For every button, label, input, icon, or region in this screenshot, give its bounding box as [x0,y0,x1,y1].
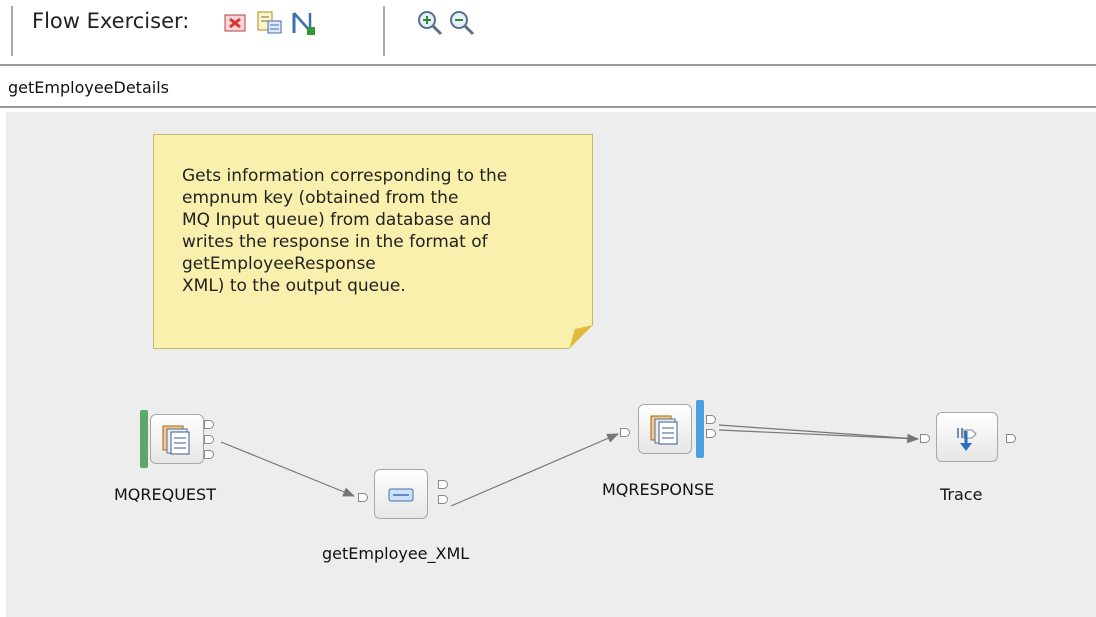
flow-exerciser-label: Flow Exerciser: [32,9,190,33]
in-terminal[interactable] [920,434,930,443]
out-terminal[interactable] [438,495,448,504]
send-message-icon [292,12,315,35]
mq-input-node-box [150,414,204,464]
output-status-bar [696,400,704,458]
trace-node-label: Trace [940,485,983,504]
mq-input-node[interactable] [140,408,230,474]
zoom-in-icon [418,11,443,36]
stop-recording-icon [224,14,246,32]
in-terminal[interactable] [358,493,368,502]
out-terminal[interactable] [204,420,214,429]
out-terminal[interactable] [204,450,214,459]
mq-queue-icon [162,425,190,455]
flow-name: getEmployeeDetails [8,78,169,97]
send-message-button[interactable] [290,9,318,37]
flow-title-bar: getEmployeeDetails [0,66,1096,108]
input-status-bar [140,410,148,468]
mq-output-node[interactable] [620,400,720,464]
compute-icon [388,488,414,502]
out-terminal[interactable] [1006,434,1016,443]
connection-compute-to-response [450,433,620,507]
out-terminal[interactable] [706,429,716,438]
mq-request-label: MQREQUEST [114,485,216,504]
mq-queue-icon [650,415,678,445]
zoom-in-button[interactable] [416,9,444,37]
zoom-out-icon [450,11,475,36]
compute-node-box [374,469,428,519]
view-recorded-message-icon [257,11,282,34]
out-terminal[interactable] [204,435,214,444]
trace-node-box [936,412,998,462]
compute-node-label: getEmployee_XML [322,544,470,563]
trace-icon [957,428,977,451]
flow-exerciser-toolbar: Flow Exerciser: [0,0,1096,66]
connection-request-to-compute [220,441,356,497]
note-text: Gets information corresponding to the em… [182,166,508,296]
flow-note[interactable]: Gets information corresponding to the em… [153,134,593,349]
toolbar-separator [11,6,13,56]
view-recorded-message-button[interactable] [256,9,284,37]
out-terminal[interactable] [438,480,448,489]
toolbar-separator [383,6,385,56]
stop-recording-button[interactable] [222,9,250,37]
in-terminal[interactable] [620,428,630,437]
zoom-out-button[interactable] [448,9,476,37]
compute-node[interactable] [358,467,458,523]
mq-output-node-box [638,404,692,454]
connection-response-to-trace [718,424,919,440]
out-terminal[interactable] [706,415,716,424]
note-fold-icon [569,325,593,349]
connection-response-to-trace [718,429,920,444]
mq-response-label: MQRESPONSE [602,480,715,499]
trace-node[interactable] [920,410,1020,466]
flow-canvas[interactable]: Gets information corresponding to the em… [6,112,1096,617]
